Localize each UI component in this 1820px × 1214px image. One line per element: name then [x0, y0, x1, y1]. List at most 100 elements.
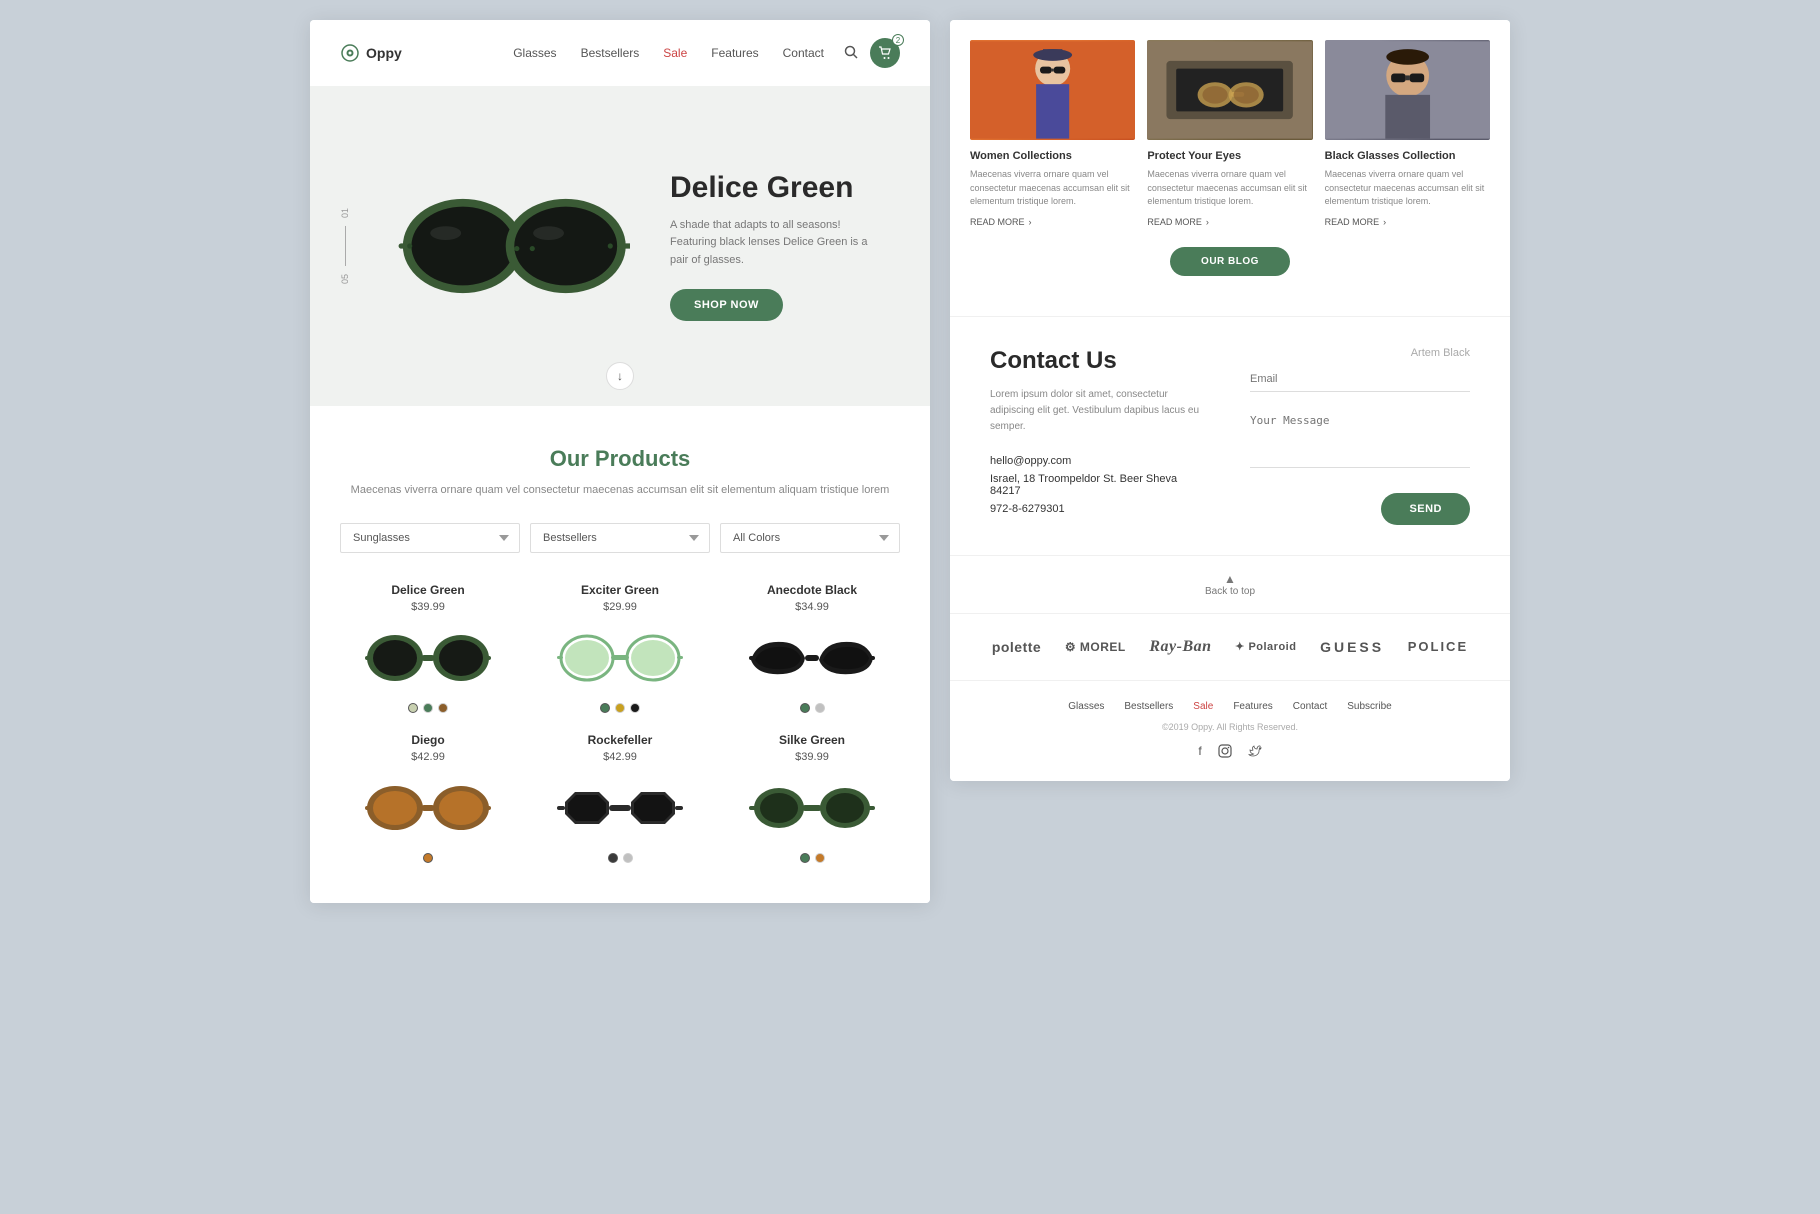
- footer-copyright: ©2019 Oppy. All Rights Reserved.: [980, 722, 1480, 732]
- read-more-label: READ MORE: [1325, 217, 1380, 227]
- back-to-top[interactable]: ▲ Back to top: [950, 555, 1510, 613]
- product-image: [532, 773, 708, 843]
- product-colors: [532, 703, 708, 713]
- product-card[interactable]: Silke Green $39.99: [724, 733, 900, 863]
- read-more-link[interactable]: READ MORE ›: [970, 217, 1135, 227]
- facebook-link[interactable]: f: [1198, 744, 1201, 761]
- read-more-label: READ MORE: [1147, 217, 1202, 227]
- contact-name-display: Artem Black: [1250, 347, 1470, 359]
- hero-title: Delice Green: [670, 171, 900, 205]
- product-name: Silke Green: [724, 733, 900, 747]
- product-price: $39.99: [724, 751, 900, 763]
- color-filter[interactable]: All Colors Green Black: [720, 523, 900, 553]
- product-name: Anecdote Black: [724, 583, 900, 597]
- footer: Glasses Bestsellers Sale Features Contac…: [950, 680, 1510, 781]
- nav-sale[interactable]: Sale: [663, 46, 687, 60]
- right-panel: Women Collections Maecenas viverra ornar…: [950, 20, 1510, 781]
- left-panel: Oppy Glasses Bestsellers Sale Features C…: [310, 20, 930, 903]
- hero-description: A shade that adapts to all seasons! Feat…: [670, 217, 870, 270]
- blog-cards: Women Collections Maecenas viverra ornar…: [970, 40, 1490, 227]
- hero-content: Delice Green A shade that adapts to all …: [670, 171, 900, 322]
- products-section: Our Products Maecenas viverra ornare qua…: [310, 406, 930, 903]
- nav-bestsellers[interactable]: Bestsellers: [581, 46, 640, 60]
- product-card[interactable]: Delice Green $39.99: [340, 583, 516, 713]
- product-price: $42.99: [532, 751, 708, 763]
- products-grid: Delice Green $39.99: [340, 583, 900, 863]
- blog-card-black[interactable]: Black Glasses Collection Maecenas viverr…: [1325, 40, 1490, 227]
- brands-section: polette ⚙ MOREL Ray-Ban ✦ Polaroid GUESS…: [950, 613, 1510, 680]
- nav-contact[interactable]: Contact: [783, 46, 824, 60]
- contact-form: Artem Black SEND: [1250, 347, 1470, 525]
- scroll-down-button[interactable]: ↓: [606, 362, 634, 390]
- product-card[interactable]: Diego $42.99: [340, 733, 516, 863]
- product-image: [532, 623, 708, 693]
- product-colors: [724, 853, 900, 863]
- footer-link-contact[interactable]: Contact: [1293, 701, 1327, 712]
- sort-filter[interactable]: Bestsellers Newest: [530, 523, 710, 553]
- brand-police: POLICE: [1408, 639, 1468, 654]
- product-price: $29.99: [532, 601, 708, 613]
- shop-now-button[interactable]: SHOP NOW: [670, 289, 783, 321]
- slide-indicator: 01 05: [340, 208, 350, 284]
- brand-polette: polette: [992, 639, 1041, 655]
- hero-glasses-svg: [390, 186, 630, 306]
- nav-glasses[interactable]: Glasses: [513, 46, 556, 60]
- product-card[interactable]: Exciter Green $29.99: [532, 583, 708, 713]
- contact-message-input[interactable]: [1250, 408, 1470, 468]
- brand-rayban: Ray-Ban: [1149, 638, 1211, 656]
- navigation: Oppy Glasses Bestsellers Sale Features C…: [310, 20, 930, 86]
- products-title: Our Products: [340, 446, 900, 472]
- product-name: Diego: [340, 733, 516, 747]
- logo[interactable]: Oppy: [340, 43, 402, 63]
- twitter-link[interactable]: [1248, 744, 1262, 761]
- contact-email: hello@oppy.com: [990, 455, 1210, 467]
- product-image: [724, 623, 900, 693]
- blog-card-protect[interactable]: Protect Your Eyes Maecenas viverra ornar…: [1147, 40, 1312, 227]
- read-more-link[interactable]: READ MORE ›: [1147, 217, 1312, 227]
- contact-email-input[interactable]: [1250, 367, 1470, 392]
- blog-image-black: [1325, 40, 1490, 140]
- instagram-link[interactable]: [1218, 744, 1232, 761]
- blog-card-women[interactable]: Women Collections Maecenas viverra ornar…: [970, 40, 1135, 227]
- contact-address: Israel, 18 Troompeldor St. Beer Sheva 84…: [990, 473, 1210, 497]
- arrow-icon: ›: [1029, 217, 1032, 227]
- nav-features[interactable]: Features: [711, 46, 758, 60]
- footer-link-sale[interactable]: Sale: [1193, 701, 1213, 712]
- product-name: Exciter Green: [532, 583, 708, 597]
- blog-image-women: [970, 40, 1135, 140]
- footer-link-features[interactable]: Features: [1233, 701, 1272, 712]
- contact-phone: 972-8-6279301: [990, 503, 1210, 515]
- read-more-link[interactable]: READ MORE ›: [1325, 217, 1490, 227]
- blog-card-text: Maecenas viverra ornare quam vel consect…: [970, 168, 1135, 209]
- product-image: [340, 773, 516, 843]
- nav-links: Glasses Bestsellers Sale Features Contac…: [513, 46, 824, 60]
- social-links: f: [980, 744, 1480, 761]
- footer-link-bestsellers[interactable]: Bestsellers: [1124, 701, 1173, 712]
- product-card[interactable]: Rockefeller $42.99: [532, 733, 708, 863]
- cart-badge: 2: [892, 34, 904, 46]
- send-button[interactable]: SEND: [1381, 493, 1470, 525]
- brand-guess: GUESS: [1320, 639, 1384, 655]
- product-colors: [532, 853, 708, 863]
- arrow-icon: ›: [1206, 217, 1209, 227]
- product-colors: [724, 703, 900, 713]
- product-colors: [340, 703, 516, 713]
- hero-product-image: [390, 186, 630, 306]
- cart-button[interactable]: 2: [870, 38, 900, 68]
- search-button[interactable]: [844, 45, 858, 62]
- product-card[interactable]: Anecdote Black $34.99: [724, 583, 900, 713]
- product-price: $42.99: [340, 751, 516, 763]
- footer-link-subscribe[interactable]: Subscribe: [1347, 701, 1391, 712]
- eye-icon: [340, 43, 360, 63]
- footer-link-glasses[interactable]: Glasses: [1068, 701, 1104, 712]
- blog-card-title: Protect Your Eyes: [1147, 150, 1312, 162]
- our-blog-button[interactable]: OUR BLOG: [1170, 247, 1290, 276]
- contact-layout: Contact Us Lorem ipsum dolor sit amet, c…: [990, 347, 1470, 525]
- logo-text: Oppy: [366, 45, 402, 61]
- nav-actions: 2: [844, 38, 900, 68]
- contact-description: Lorem ipsum dolor sit amet, consectetur …: [990, 387, 1210, 435]
- product-colors: [340, 853, 516, 863]
- category-filter[interactable]: Sunglasses Eyeglasses: [340, 523, 520, 553]
- footer-links: Glasses Bestsellers Sale Features Contac…: [980, 701, 1480, 712]
- hero-section: 01 05: [310, 86, 930, 406]
